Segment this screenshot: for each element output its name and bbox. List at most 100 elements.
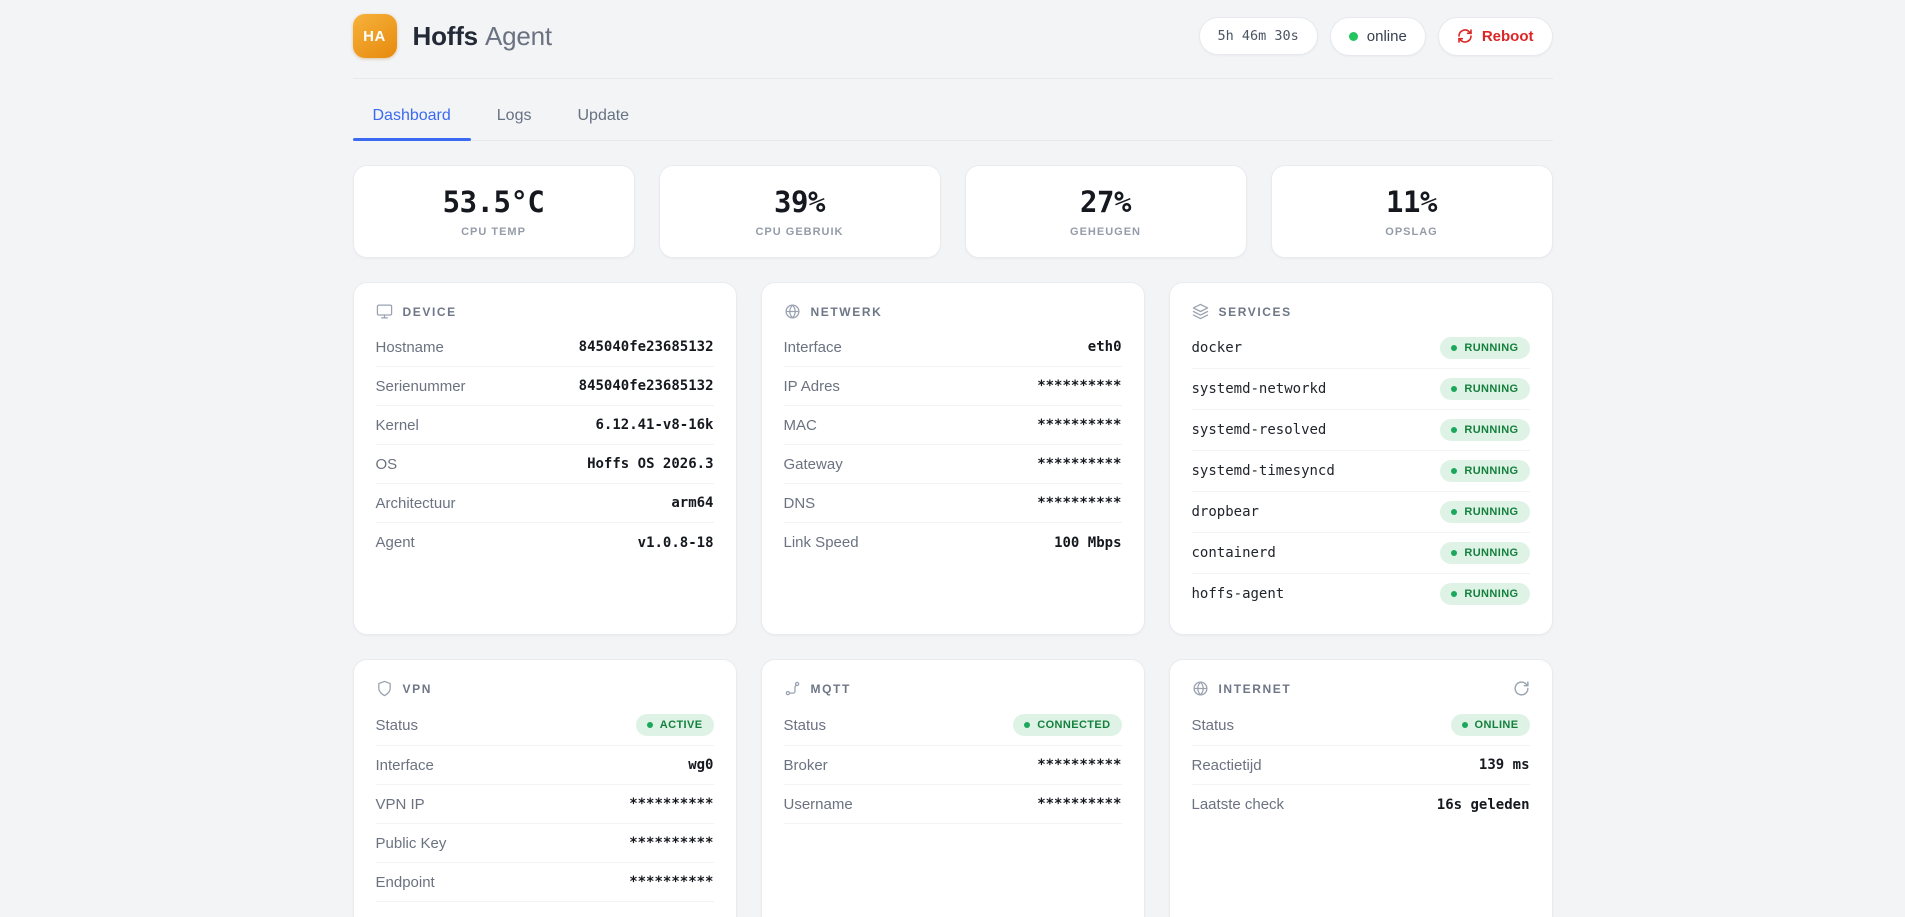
row-response-time: Reactietijd139 ms [1192, 746, 1530, 785]
row-dns: DNS********** [784, 484, 1122, 523]
row-architecture: Architectuurarm64 [376, 484, 714, 523]
row-vpn-ip: VPN IP********** [376, 785, 714, 824]
mqtt-card-header: MQTT [784, 680, 1122, 697]
status-badge: RUNNING [1440, 337, 1529, 359]
service-row-systemd-timesyncd: systemd-timesyncdRUNNING [1192, 451, 1530, 492]
status-dot-icon [1451, 468, 1457, 474]
services-card-header: SERVICES [1192, 303, 1530, 320]
mqtt-rows: StatusCONNECTED Broker********** Usernam… [784, 705, 1122, 824]
status-badge: RUNNING [1440, 542, 1529, 564]
tab-update[interactable]: Update [557, 107, 649, 140]
row-last-check: Laatste check16s geleden [1192, 785, 1530, 824]
monitor-icon [376, 303, 393, 320]
network-card: NETWERK Interfaceeth0 IP Adres**********… [761, 282, 1145, 635]
reboot-label: Reboot [1482, 28, 1534, 45]
cards-row-2: VPN StatusACTIVE Interfacewg0 VPN IP****… [353, 659, 1553, 917]
header-actions: 5h 46m 30s online Reboot [1199, 17, 1553, 56]
refresh-icon [1513, 680, 1530, 697]
device-card-header: DEVICE [376, 303, 714, 320]
reboot-icon [1457, 28, 1473, 44]
status-badge: RUNNING [1440, 419, 1529, 441]
status-dot-icon [1462, 722, 1468, 728]
vpn-rows: StatusACTIVE Interfacewg0 VPN IP********… [376, 705, 714, 902]
tab-logs[interactable]: Logs [477, 107, 552, 140]
row-kernel: Kernel6.12.41-v8-16k [376, 406, 714, 445]
stat-value: 27% [1080, 185, 1131, 219]
page: HA Hoffs Agent 5h 46m 30s online Reboot … [353, 0, 1553, 917]
tab-logs-label: Logs [497, 107, 532, 124]
mqtt-card-title: MQTT [811, 682, 851, 696]
online-dot-icon [1349, 32, 1358, 41]
network-card-header: NETWERK [784, 303, 1122, 320]
online-text: online [1367, 28, 1407, 45]
brand: HA Hoffs Agent [353, 14, 552, 58]
row-vpn-public-key: Public Key********** [376, 824, 714, 863]
stat-cpu-usage: 39% CPU GEBRUIK [659, 165, 941, 258]
logo-text: HA [363, 28, 386, 45]
status-badge: RUNNING [1440, 501, 1529, 523]
row-vpn-interface: Interfacewg0 [376, 746, 714, 785]
status-badge: RUNNING [1440, 378, 1529, 400]
stat-value: 53.5°C [443, 185, 545, 219]
stat-label: GEHEUGEN [1070, 226, 1141, 238]
row-hostname: Hostname845040fe23685132 [376, 328, 714, 367]
refresh-button[interactable] [1513, 680, 1530, 697]
stat-storage: 11% OPSLAG [1271, 165, 1553, 258]
stat-value: 39% [774, 185, 825, 219]
reboot-button[interactable]: Reboot [1438, 17, 1553, 56]
row-link-speed: Link Speed100 Mbps [784, 523, 1122, 562]
row-mac: MAC********** [784, 406, 1122, 445]
globe-icon [1192, 680, 1209, 697]
page-title: Hoffs Agent [413, 21, 552, 52]
route-icon [784, 680, 801, 697]
vpn-card-title: VPN [403, 682, 432, 696]
service-row-systemd-networkd: systemd-networkdRUNNING [1192, 369, 1530, 410]
header: HA Hoffs Agent 5h 46m 30s online Reboot [353, 14, 1553, 79]
service-row-systemd-resolved: systemd-resolvedRUNNING [1192, 410, 1530, 451]
tab-update-label: Update [577, 107, 629, 124]
title-light: Agent [485, 21, 552, 51]
status-dot-icon [1451, 345, 1457, 351]
stat-label: OPSLAG [1385, 226, 1437, 238]
stat-cpu-temp: 53.5°C CPU TEMP [353, 165, 635, 258]
status-dot-icon [1451, 591, 1457, 597]
status-dot-icon [1451, 550, 1457, 556]
internet-card: INTERNET StatusONLINE Reactietijd139 ms … [1169, 659, 1553, 917]
tab-bar: Dashboard Logs Update [353, 107, 1553, 141]
stat-value: 11% [1386, 185, 1437, 219]
row-ip-address: IP Adres********** [784, 367, 1122, 406]
row-gateway: Gateway********** [784, 445, 1122, 484]
device-card: DEVICE Hostname845040fe23685132 Serienum… [353, 282, 737, 635]
row-vpn-endpoint: Endpoint********** [376, 863, 714, 902]
stats-row: 53.5°C CPU TEMP 39% CPU GEBRUIK 27% GEHE… [353, 165, 1553, 258]
globe-icon [784, 303, 801, 320]
row-os: OSHoffs OS 2026.3 [376, 445, 714, 484]
online-status-badge: online [1330, 17, 1426, 56]
app-logo: HA [353, 14, 397, 58]
mqtt-card: MQTT StatusCONNECTED Broker********** Us… [761, 659, 1145, 917]
status-dot-icon [647, 722, 653, 728]
internet-rows: StatusONLINE Reactietijd139 ms Laatste c… [1192, 705, 1530, 824]
uptime-badge: 5h 46m 30s [1199, 17, 1318, 55]
tab-dashboard-label: Dashboard [373, 107, 451, 124]
services-rows: dockerRUNNING systemd-networkdRUNNING sy… [1192, 328, 1530, 614]
row-vpn-status: StatusACTIVE [376, 705, 714, 746]
device-card-title: DEVICE [403, 305, 457, 319]
vpn-card-header: VPN [376, 680, 714, 697]
internet-card-title: INTERNET [1219, 682, 1292, 696]
device-rows: Hostname845040fe23685132 Serienummer8450… [376, 328, 714, 562]
row-serial: Serienummer845040fe23685132 [376, 367, 714, 406]
row-internet-status: StatusONLINE [1192, 705, 1530, 746]
title-bold: Hoffs [413, 21, 478, 51]
service-row-docker: dockerRUNNING [1192, 328, 1530, 369]
row-mqtt-username: Username********** [784, 785, 1122, 824]
vpn-card: VPN StatusACTIVE Interfacewg0 VPN IP****… [353, 659, 737, 917]
tab-dashboard[interactable]: Dashboard [353, 107, 471, 140]
cards-row-1: DEVICE Hostname845040fe23685132 Serienum… [353, 282, 1553, 635]
network-card-title: NETWERK [811, 305, 883, 319]
service-row-hoffs-agent: hoffs-agentRUNNING [1192, 574, 1530, 614]
status-badge: CONNECTED [1013, 714, 1121, 736]
stat-label: CPU GEBRUIK [755, 226, 843, 238]
status-badge: ACTIVE [636, 714, 714, 736]
stat-label: CPU TEMP [461, 226, 526, 238]
